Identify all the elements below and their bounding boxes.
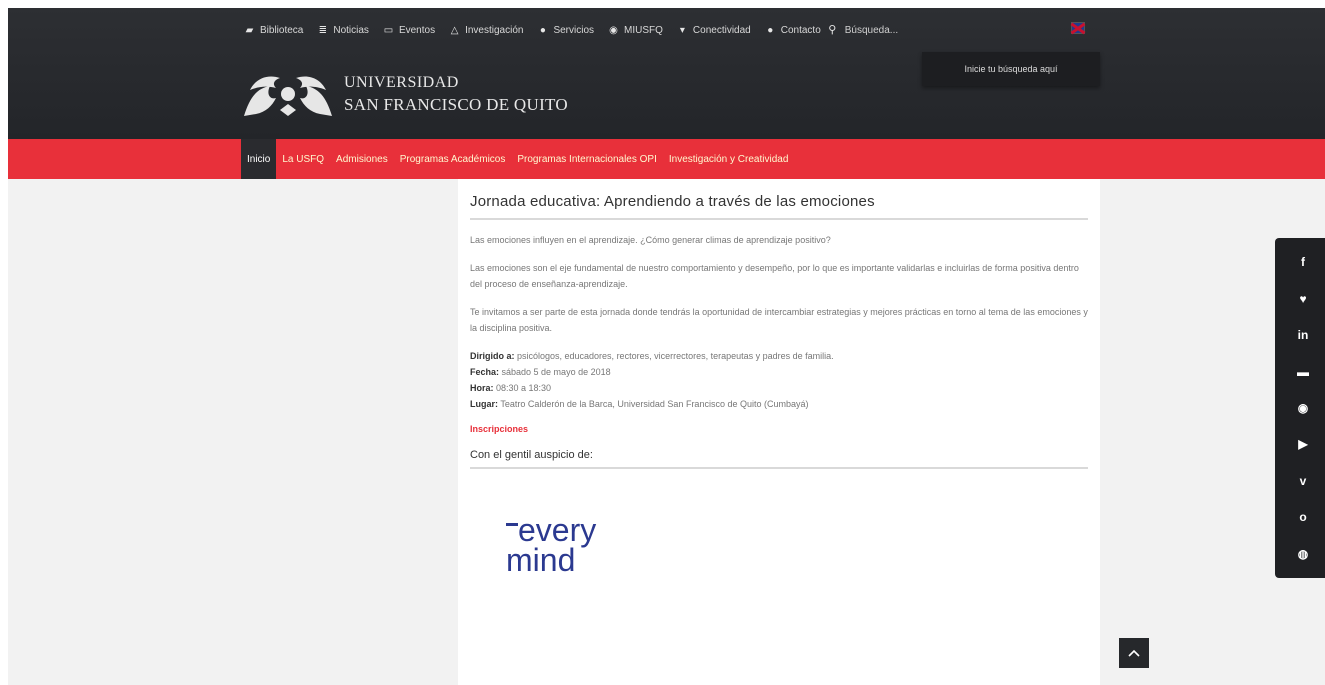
social-sidebar: f ♥ in ▬ ◉ ▶ v o ◍ <box>1275 238 1325 578</box>
article-paragraph: Te invitamos a ser parte de esta jornada… <box>470 307 1088 333</box>
article-paragraph: Las emociones son el eje fundamental de … <box>470 263 1079 289</box>
dragon-crest-icon <box>244 76 332 116</box>
topnav-label: Contacto <box>780 24 821 36</box>
nav-item-investigacion-creatividad[interactable]: Investigación y Creatividad <box>663 139 795 179</box>
event-details: Dirigido a: psicólogos, educadores, rect… <box>470 348 1088 412</box>
topnav-label: MIUSFQ <box>624 24 663 36</box>
logo-line2: SAN FRANCISCO DE QUITO <box>344 95 569 114</box>
topnav-item-servicios[interactable]: ● Servicios <box>537 25 594 36</box>
spotify-icon[interactable]: ◍ <box>1293 544 1313 564</box>
topnav-item-conectividad[interactable]: ▾ Conectividad <box>677 25 751 36</box>
info-icon: ● <box>539 24 546 36</box>
detail-label: Dirigido a: <box>470 351 515 361</box>
nav-item-la-usfq[interactable]: La USFQ <box>276 139 330 179</box>
facebook-icon[interactable]: f <box>1293 252 1313 272</box>
nav-item-programas-academicos[interactable]: Programas Académicos <box>394 139 512 179</box>
search-button[interactable]: ⚲ Búsqueda... <box>827 23 899 36</box>
calendar-icon: ▭ <box>383 24 394 36</box>
site-header: ▰ Biblioteca ≣ Noticias ▭ Eventos △ Inve… <box>8 8 1325 139</box>
detail-lugar: Lugar: Teatro Calderón de la Barca, Univ… <box>470 396 1088 412</box>
chevron-up-icon <box>1128 649 1140 657</box>
logo-line1: UNIVERSIDAD <box>344 74 459 91</box>
back-to-top-button[interactable] <box>1119 638 1149 668</box>
page-frame: ▰ Biblioteca ≣ Noticias ▭ Eventos △ Inve… <box>8 8 1325 685</box>
article-content: Jornada educativa: Aprendiendo a través … <box>458 179 1100 685</box>
usfq-logo[interactable]: UNIVERSIDAD SAN FRANCISCO DE QUITO <box>236 66 568 122</box>
news-icon: ≣ <box>318 24 328 36</box>
search-tooltip: Inicie tu búsqueda aquí <box>922 52 1100 86</box>
logo-word-mind: mind <box>506 542 575 578</box>
nav-item-programas-internacionales[interactable]: Programas Internacionales OPI <box>511 139 663 179</box>
detail-fecha: Fecha: sábado 5 de mayo de 2018 <box>470 364 1088 380</box>
topnav-label: Eventos <box>398 24 436 36</box>
topnav-item-eventos[interactable]: ▭ Eventos <box>383 25 435 36</box>
inscripciones-link[interactable]: Inscripciones <box>470 424 528 434</box>
nav-item-admisiones[interactable]: Admisiones <box>330 139 394 179</box>
detail-value: sábado 5 de mayo de 2018 <box>499 367 611 377</box>
topnav-label: Servicios <box>553 24 595 36</box>
twitter-icon[interactable]: ♥ <box>1293 289 1313 309</box>
instagram-icon[interactable]: ◉ <box>1293 398 1313 418</box>
topnav-item-miusfq[interactable]: ◉ MIUSFQ <box>608 25 663 36</box>
topnav-label: Noticias <box>333 24 369 36</box>
uk-flag-icon[interactable] <box>1071 22 1085 34</box>
top-navigation: ▰ Biblioteca ≣ Noticias ▭ Eventos △ Inve… <box>244 20 912 40</box>
chat-icon: ● <box>767 24 774 36</box>
everymind-logo: every mind <box>506 512 596 578</box>
logo-text: UNIVERSIDAD SAN FRANCISCO DE QUITO <box>344 72 568 116</box>
wifi-icon: ▾ <box>679 24 685 36</box>
vimeo-icon[interactable]: v <box>1293 471 1313 491</box>
flickr-icon[interactable]: ▬ <box>1293 362 1313 382</box>
nav-item-inicio[interactable]: Inicio <box>241 139 277 179</box>
topnav-item-investigacion[interactable]: △ Investigación <box>449 24 524 36</box>
linkedin-icon[interactable]: in <box>1293 325 1313 345</box>
topnav-label: Investigación <box>465 24 524 36</box>
youtube-icon[interactable]: ▶ <box>1293 434 1313 454</box>
topnav-label: Biblioteca <box>260 24 304 36</box>
book-icon: ▰ <box>245 24 254 36</box>
issuu-icon[interactable]: o <box>1293 507 1313 527</box>
user-circle-icon: ◉ <box>609 24 618 36</box>
detail-hora: Hora: 08:30 a 18:30 <box>470 380 1088 396</box>
detail-value: psicólogos, educadores, rectores, vicerr… <box>514 351 834 361</box>
article-title: Jornada educativa: Aprendiendo a través … <box>470 193 1088 220</box>
search-label: Búsqueda... <box>844 24 899 36</box>
detail-label: Hora: <box>470 383 494 393</box>
detail-value: Teatro Calderón de la Barca, Universidad… <box>498 399 809 409</box>
detail-label: Fecha: <box>470 367 500 377</box>
sponsor-heading: Con el gentil auspicio de: <box>470 449 1088 469</box>
detail-value: 08:30 a 18:30 <box>493 383 552 393</box>
search-icon: ⚲ <box>828 23 837 36</box>
topnav-item-noticias[interactable]: ≣ Noticias <box>317 25 369 36</box>
main-navigation: Inicio La USFQ Admisiones Programas Acad… <box>8 139 1325 179</box>
detail-label: Lugar: <box>470 399 498 409</box>
flask-icon: △ <box>450 24 459 36</box>
topnav-item-contacto[interactable]: ● Contacto <box>765 25 821 36</box>
detail-dirigido: Dirigido a: psicólogos, educadores, rect… <box>470 348 1088 364</box>
topnav-item-biblioteca[interactable]: ▰ Biblioteca <box>244 24 304 36</box>
topnav-label: Conectividad <box>692 24 751 36</box>
article-paragraph: Las emociones influyen en el aprendizaje… <box>470 235 831 245</box>
